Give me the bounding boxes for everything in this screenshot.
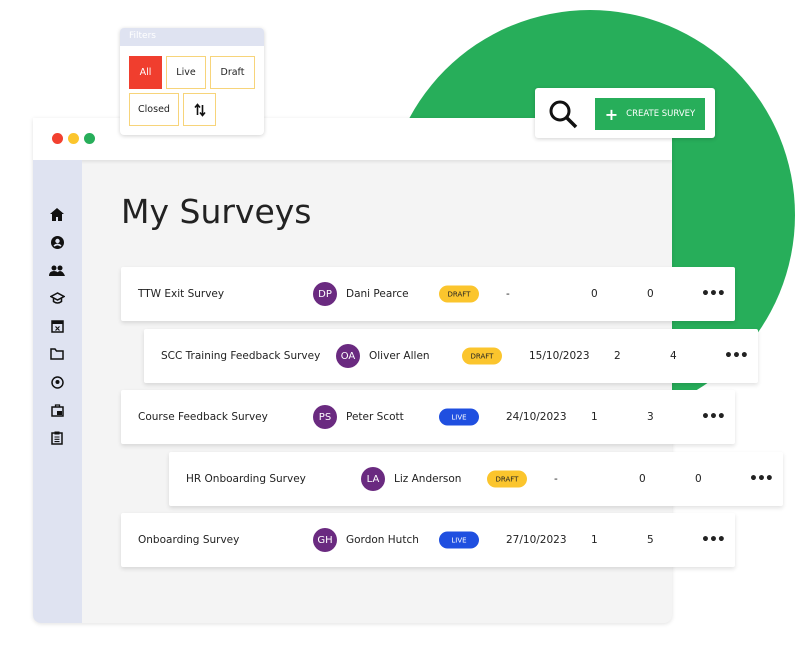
- owner-name: Oliver Allen: [369, 350, 430, 362]
- count-1: 0: [639, 473, 646, 485]
- briefcase-icon[interactable]: [49, 402, 65, 418]
- page-title: My Surveys: [121, 192, 312, 231]
- filter-live-button[interactable]: Live: [166, 56, 206, 89]
- status-badge: LIVE: [439, 531, 479, 549]
- more-options-icon[interactable]: •••: [724, 348, 749, 364]
- home-icon[interactable]: [49, 206, 65, 222]
- count-2: 0: [647, 288, 654, 300]
- search-toolbar: + CREATE SURVEY: [535, 88, 715, 138]
- count-2: 4: [670, 350, 677, 362]
- survey-row[interactable]: TTW Exit Survey DP Dani Pearce DRAFT - 0…: [121, 267, 735, 321]
- status-badge: LIVE: [439, 408, 479, 426]
- account-icon[interactable]: [49, 234, 65, 250]
- survey-date: -: [554, 473, 558, 485]
- status-badge: DRAFT: [439, 285, 479, 303]
- more-options-icon[interactable]: •••: [749, 471, 774, 487]
- survey-name[interactable]: HR Onboarding Survey: [186, 473, 306, 485]
- graduation-cap-icon[interactable]: [49, 290, 65, 306]
- survey-date: 24/10/2023: [506, 411, 567, 423]
- sort-button[interactable]: [183, 93, 216, 126]
- owner-name: Peter Scott: [346, 411, 404, 423]
- search-icon[interactable]: [548, 99, 578, 129]
- survey-name[interactable]: TTW Exit Survey: [138, 288, 224, 300]
- survey-row[interactable]: Course Feedback Survey PS Peter Scott LI…: [121, 390, 735, 444]
- survey-name[interactable]: Onboarding Survey: [138, 534, 239, 546]
- group-icon[interactable]: [49, 262, 65, 278]
- owner-name: Dani Pearce: [346, 288, 409, 300]
- survey-row[interactable]: SCC Training Feedback Survey OA Oliver A…: [144, 329, 758, 383]
- survey-name[interactable]: SCC Training Feedback Survey: [161, 350, 320, 362]
- count-1: 1: [591, 411, 598, 423]
- filters-title: Filters: [120, 28, 264, 46]
- plus-icon: +: [604, 104, 619, 124]
- avatar: OA: [336, 344, 360, 368]
- count-2: 3: [647, 411, 654, 423]
- support-icon[interactable]: [49, 374, 65, 390]
- avatar: DP: [313, 282, 337, 306]
- count-2: 0: [695, 473, 702, 485]
- more-options-icon[interactable]: •••: [701, 409, 726, 425]
- create-survey-button[interactable]: + CREATE SURVEY: [595, 98, 705, 130]
- filter-draft-button[interactable]: Draft: [210, 56, 255, 89]
- calendar-cancel-icon[interactable]: [49, 318, 65, 334]
- owner-name: Liz Anderson: [394, 473, 462, 485]
- avatar: GH: [313, 528, 337, 552]
- survey-row[interactable]: HR Onboarding Survey LA Liz Anderson DRA…: [169, 452, 783, 506]
- minimize-dot[interactable]: [68, 133, 79, 144]
- more-options-icon[interactable]: •••: [701, 532, 726, 548]
- folder-icon[interactable]: [49, 346, 65, 362]
- survey-date: 27/10/2023: [506, 534, 567, 546]
- filter-closed-button[interactable]: Closed: [129, 93, 179, 126]
- close-dot[interactable]: [52, 133, 63, 144]
- count-2: 5: [647, 534, 654, 546]
- create-survey-label: CREATE SURVEY: [626, 109, 696, 119]
- survey-row[interactable]: Onboarding Survey GH Gordon Hutch LIVE 2…: [121, 513, 735, 567]
- survey-date: -: [506, 288, 510, 300]
- owner-name: Gordon Hutch: [346, 534, 419, 546]
- more-options-icon[interactable]: •••: [701, 286, 726, 302]
- sidebar: [33, 160, 82, 623]
- count-1: 1: [591, 534, 598, 546]
- count-1: 0: [591, 288, 598, 300]
- avatar: PS: [313, 405, 337, 429]
- maximize-dot[interactable]: [84, 133, 95, 144]
- status-badge: DRAFT: [487, 470, 527, 488]
- survey-name[interactable]: Course Feedback Survey: [138, 411, 268, 423]
- count-1: 2: [614, 350, 621, 362]
- sort-arrows-icon: [193, 102, 206, 117]
- clipboard-icon[interactable]: [49, 430, 65, 446]
- avatar: LA: [361, 467, 385, 491]
- filters-panel: Filters All Live Draft Closed: [120, 28, 264, 135]
- status-badge: DRAFT: [462, 347, 502, 365]
- filter-all-button[interactable]: All: [129, 56, 162, 89]
- survey-date: 15/10/2023: [529, 350, 590, 362]
